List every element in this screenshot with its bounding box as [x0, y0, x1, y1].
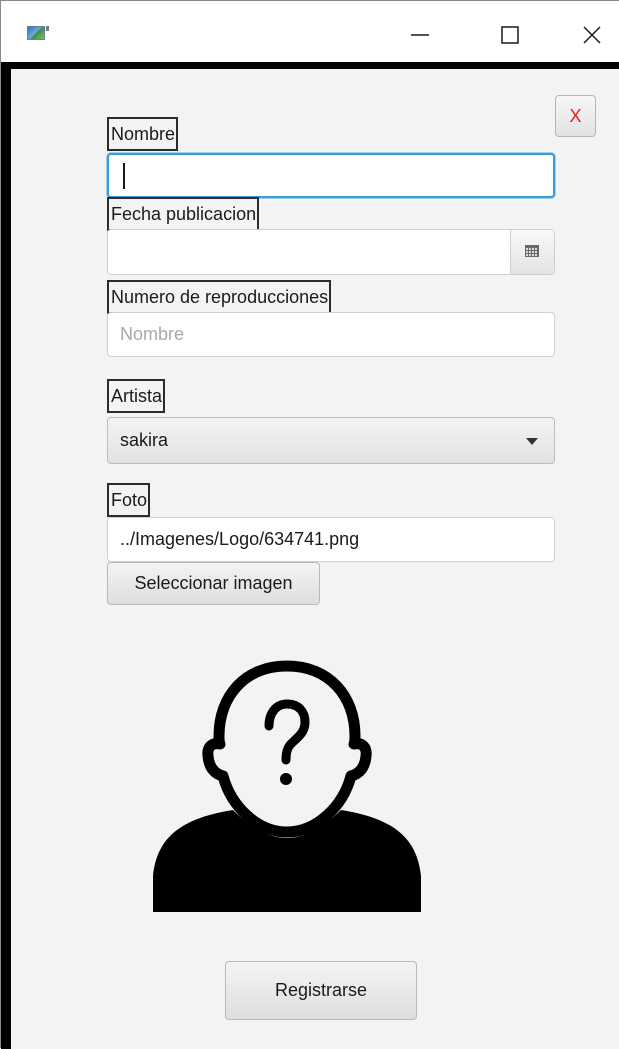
reproducciones-label: Numero de reproducciones — [107, 280, 332, 314]
artista-label: Artista — [107, 379, 166, 413]
register-button[interactable]: Registrarse — [225, 961, 417, 1020]
foto-label: Foto — [107, 483, 151, 517]
text-caret — [123, 163, 125, 189]
calendar-icon — [525, 245, 539, 257]
foto-path-input[interactable]: ../Imagenes/Logo/634741.png — [107, 517, 555, 562]
chevron-down-icon — [526, 438, 538, 445]
calendar-button[interactable] — [510, 230, 554, 274]
select-image-button[interactable]: Seleccionar imagen — [107, 562, 320, 605]
maximize-button[interactable] — [487, 15, 533, 55]
fecha-label: Fecha publicacion — [107, 197, 260, 231]
reproducciones-input[interactable]: Nombre — [107, 312, 555, 357]
maximize-icon — [501, 26, 519, 44]
app-icon — [27, 26, 49, 40]
title-bar[interactable] — [1, 1, 619, 63]
fecha-date-picker[interactable] — [107, 229, 555, 275]
artista-combobox[interactable]: sakira — [107, 417, 555, 464]
foto-path-value: ../Imagenes/Logo/634741.png — [120, 529, 360, 549]
minimize-button[interactable] — [397, 15, 443, 55]
nombre-label: Nombre — [107, 117, 179, 151]
close-form-button[interactable]: X — [555, 95, 596, 137]
close-icon — [583, 26, 601, 44]
artista-selected-value: sakira — [120, 430, 169, 450]
minimize-icon — [411, 34, 429, 36]
close-window-button[interactable] — [569, 15, 615, 55]
reproducciones-placeholder: Nombre — [120, 324, 185, 344]
app-window: X Nombre Fecha publicacion Numero de rep… — [0, 0, 619, 1049]
unknown-person-icon — [153, 660, 421, 912]
nombre-input[interactable] — [107, 153, 555, 198]
